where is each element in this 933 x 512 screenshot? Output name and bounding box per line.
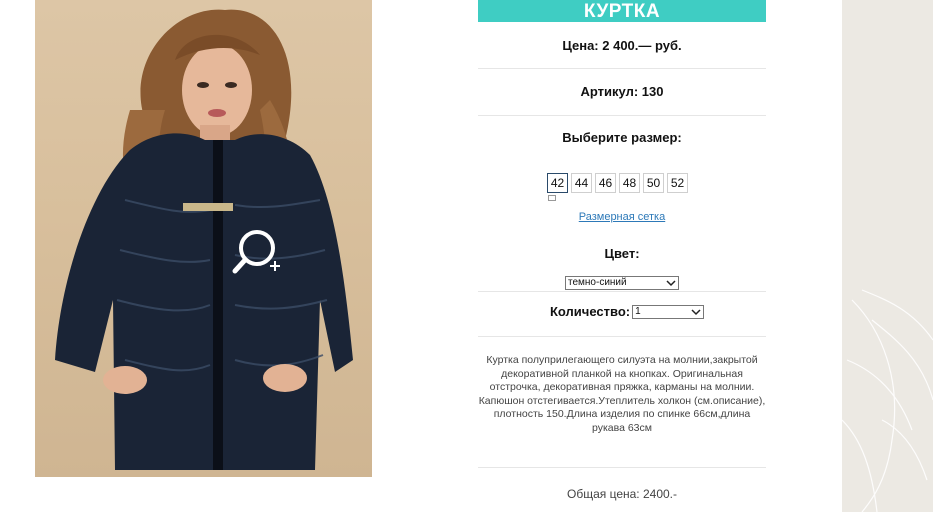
quantity-label: Количество: (550, 304, 631, 319)
product-details: КУРТКА Цена: 2 400.— руб. Артикул: 130 В… (478, 0, 766, 501)
size-heading: Выберите размер: (562, 130, 682, 145)
product-photo[interactable] (35, 0, 372, 477)
zoom-button[interactable] (230, 226, 286, 276)
color-heading: Цвет: (604, 246, 640, 261)
total-price: Общая цена: 2400.- (567, 487, 677, 501)
chevron-down-icon (691, 308, 701, 315)
page-background-decor (842, 0, 933, 512)
quantity-select-value: 1 (635, 305, 641, 317)
divider (478, 336, 766, 337)
size-selector: 42 44 46 48 50 52 (547, 173, 688, 193)
divider (478, 68, 766, 69)
chevron-down-icon (666, 280, 676, 287)
floral-pattern (842, 289, 933, 512)
size-option-50[interactable]: 50 (643, 173, 664, 193)
divider (478, 115, 766, 116)
size-option-42[interactable]: 42 (547, 173, 568, 193)
quantity-row: Количество: 1 (550, 304, 705, 319)
selected-size-indicator (548, 195, 556, 201)
product-description: Куртка полуприлегающего силуэта на молни… (478, 354, 766, 434)
model-illustration (55, 9, 353, 470)
product-article: Артикул: 130 (580, 84, 664, 99)
size-option-46[interactable]: 46 (595, 173, 616, 193)
magnifier-plus-icon (232, 230, 280, 274)
divider (478, 291, 766, 292)
quantity-select[interactable]: 1 (632, 304, 705, 319)
product-title: КУРТКА (478, 0, 766, 22)
size-option-52[interactable]: 52 (667, 173, 688, 193)
size-option-48[interactable]: 48 (619, 173, 640, 193)
size-chart-link[interactable]: Размерная сетка (478, 211, 766, 223)
product-price: Цена: 2 400.— руб. (562, 38, 682, 53)
color-select[interactable]: темно-синий (565, 276, 679, 290)
color-select-value: темно-синий (568, 277, 627, 288)
size-option-44[interactable]: 44 (571, 173, 592, 193)
divider (478, 467, 766, 468)
